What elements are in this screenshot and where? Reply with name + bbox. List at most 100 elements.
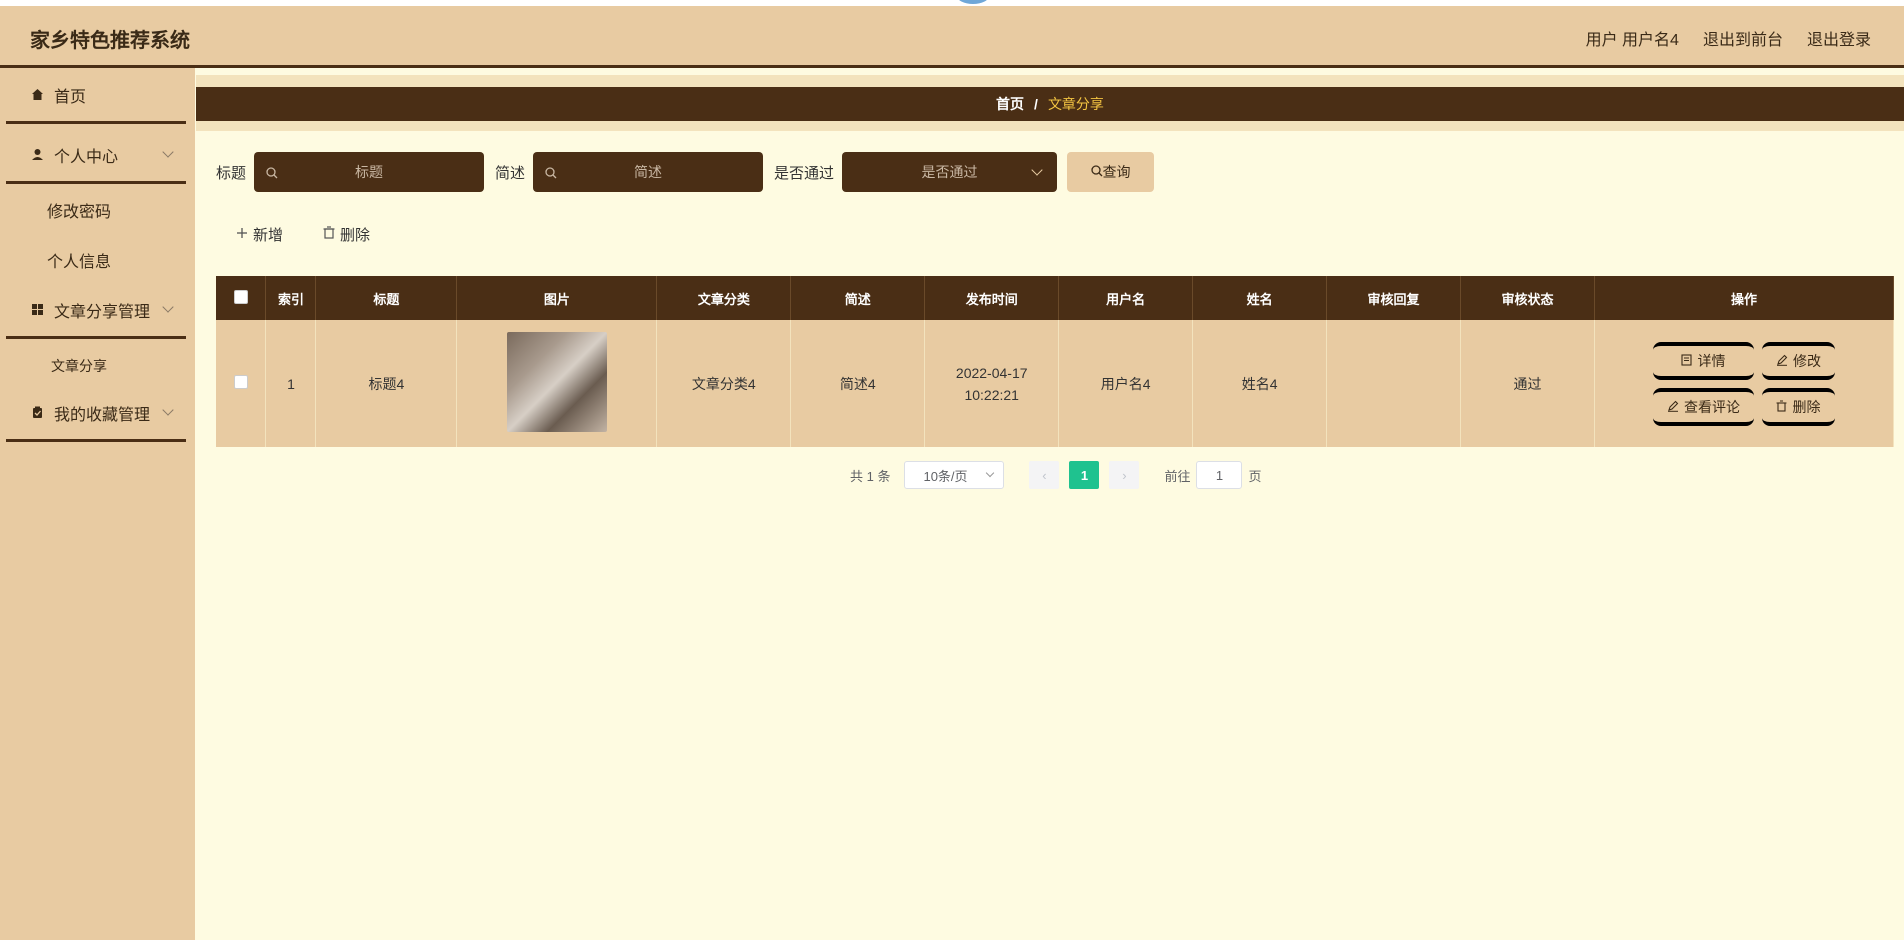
column-header: 发布时间 [924,276,1060,320]
sidebar: 首页 个人中心 修改密码 个人信息 文章分享管理 文章分享 我的收藏管理 [0,68,195,940]
document-icon [1681,353,1693,369]
select-all-checkbox[interactable] [233,289,248,304]
row-delete-label: 删除 [1792,398,1821,415]
pencil-icon [1776,353,1788,369]
page-suffix: 页 [1248,468,1262,484]
username-cell: 用户名4 [1058,320,1194,447]
search-bar: 标题 标题 简述 简述 是否通过 是否通过 查询 [216,152,1155,192]
ops-cell: 详情 修改 查看评论 删除 [1594,320,1895,447]
add-button-label: 新增 [253,227,284,244]
column-header: 简述 [790,276,926,320]
column-header: 操作 [1594,276,1895,320]
row-select-cell [216,320,267,447]
desc-search-input[interactable]: 简述 [533,152,764,192]
sidebar-item-home[interactable]: 首页 [6,68,186,124]
batch-delete-label: 删除 [340,227,371,244]
chevron-down-icon [986,468,995,478]
title-cell: 标题4 [315,320,458,447]
page-number-current[interactable]: 1 [1069,461,1100,489]
breadcrumb-band [196,75,1904,87]
name-cell: 姓名4 [1192,320,1328,447]
user-label: 用户 用户名4 [1585,32,1679,49]
sidebar-item-label: 个人中心 [54,148,119,166]
desc-search-placeholder: 简述 [634,164,663,180]
query-button[interactable]: 查询 [1067,152,1155,192]
status-cell: 通过 [1460,320,1595,447]
back-to-front-link[interactable]: 退出到前台 [1703,26,1783,50]
column-header: 审核回复 [1326,276,1462,320]
search-icon [266,166,278,182]
title-search-placeholder: 标题 [355,164,384,180]
goto-label: 前往 [1164,468,1191,484]
sidebar-item-personal-info[interactable]: 个人信息 [47,248,111,272]
chevron-right-icon: › [1122,467,1127,483]
grid-icon [30,303,44,317]
search-icon [545,166,557,182]
chevron-down-icon [162,301,174,313]
column-header: 姓名 [1192,276,1328,320]
batch-delete-button[interactable]: 删除 [323,224,370,245]
sidebar-item-favorites[interactable]: 我的收藏管理 [6,386,186,442]
chevron-left-icon: ‹ [1042,467,1047,483]
column-header: 标题 [315,276,458,320]
next-page-button[interactable]: › [1109,461,1140,489]
breadcrumb-band-bottom [196,121,1904,131]
desc-search-label: 简述 [495,164,526,182]
goto-page-input[interactable]: 1 [1196,461,1243,489]
app-title: 家乡特色推荐系统 [30,30,190,52]
desc-cell: 简述4 [790,320,926,447]
detail-button[interactable]: 详情 [1652,341,1754,380]
chevron-down-icon [162,146,174,158]
edit-button-label: 修改 [1792,352,1821,369]
article-thumbnail[interactable] [506,332,607,432]
add-button[interactable]: 新增 [236,224,283,245]
edit-button[interactable]: 修改 [1761,341,1835,380]
table-row: 1 标题4 文章分类4 简述4 2022-04-17 10:22:21 用户名4… [216,320,1895,447]
sidebar-item-change-password[interactable]: 修改密码 [47,198,111,222]
table-header-row: 索引 标题 图片 文章分类 简述 发布时间 用户名 姓名 审核回复 审核状态 操… [216,276,1895,320]
query-button-label: 查询 [1102,164,1131,180]
title-search-input[interactable]: 标题 [254,152,485,192]
top-header: 家乡特色推荐系统 用户 用户名4 退出到前台 退出登录 [0,0,1904,68]
sidebar-item-label: 文章分享管理 [54,303,151,321]
prev-page-button[interactable]: ‹ [1029,461,1060,489]
image-cell [456,320,658,447]
goto-page: 前往 1 页 [1164,461,1262,489]
page-size-select[interactable]: 10条/页 [904,461,1005,489]
title-search-label: 标题 [216,164,247,182]
view-comments-button[interactable]: 查看评论 [1652,387,1754,426]
sidebar-item-article-share[interactable]: 文章分享 [51,356,107,376]
pencil-icon [1667,399,1679,415]
articles-table: 索引 标题 图片 文章分类 简述 发布时间 用户名 姓名 审核回复 审核状态 操… [216,276,1895,447]
plus-icon [236,226,248,243]
category-cell: 文章分类4 [656,320,792,447]
user-icon [30,148,44,162]
column-header: 图片 [456,276,658,320]
sidebar-item-article-mgmt[interactable]: 文章分享管理 [6,283,186,339]
sidebar-item-personal-center[interactable]: 个人中心 [6,128,186,184]
logout-link[interactable]: 退出登录 [1807,26,1871,50]
row-delete-button[interactable]: 删除 [1761,387,1835,426]
breadcrumb-home[interactable]: 首页 [996,94,1024,114]
pass-filter-select[interactable]: 是否通过 [842,152,1058,192]
index-cell: 1 [265,320,317,447]
row-actions: 详情 修改 查看评论 删除 [1595,341,1893,426]
action-toolbar: 新增 删除 [236,224,370,245]
column-header: 索引 [265,276,317,320]
row-checkbox[interactable] [233,375,248,389]
page-size-value: 10条/页 [923,468,968,484]
search-icon [1090,164,1103,180]
clipboard-icon [30,406,44,420]
pagination: 共 1 条 10条/页 ‹ 1 › 前往 1 页 [850,461,1262,489]
reply-cell [1326,320,1462,447]
header-links: 用户 用户名4 退出到前台 退出登录 [1586,26,1871,50]
pass-filter-label: 是否通过 [774,164,835,182]
view-comments-label: 查看评论 [1683,398,1740,415]
total-count: 共 1 条 [850,468,891,484]
chevron-down-icon [1031,164,1043,176]
trash-icon [323,226,335,243]
column-header: 审核状态 [1460,276,1595,320]
time-cell: 2022-04-17 10:22:21 [924,320,1060,447]
breadcrumb-current: 文章分享 [1047,96,1104,112]
top-strip [0,0,1904,6]
